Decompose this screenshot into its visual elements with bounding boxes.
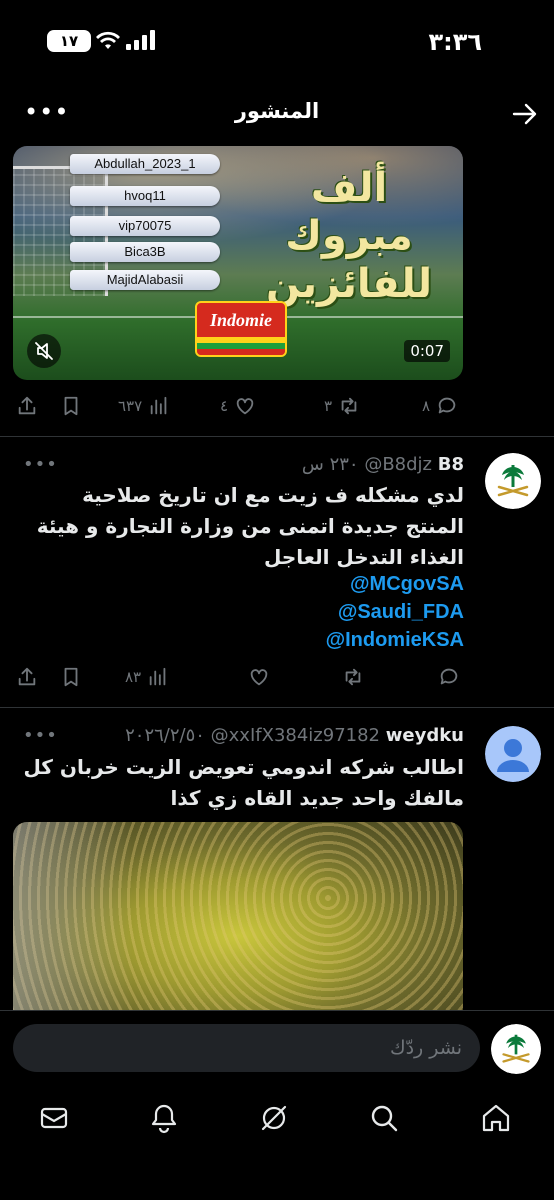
likes-count: ٤ <box>220 397 229 415</box>
mention-link[interactable]: @IndomieKSA <box>164 626 464 654</box>
search-icon <box>371 1105 398 1132</box>
brand-name: Indomie <box>209 310 272 330</box>
logo-stripes <box>197 337 285 355</box>
tweet-handle[interactable]: @B8djz <box>364 454 432 475</box>
share-button[interactable] <box>16 391 38 421</box>
tweet-time: ٢٣٠ س <box>301 454 359 475</box>
promo-text: ألف مبروك للفائزين <box>265 165 433 307</box>
tweet-meta: ٢٠٢٦/٢/٥٠ @xxIfX384iz97182 weydku <box>125 725 464 746</box>
bottom-nav <box>0 1086 554 1200</box>
views-chart-icon <box>150 396 167 415</box>
tweet-more-icon[interactable]: ••• <box>23 725 58 746</box>
reply-button[interactable]: ٨ <box>422 391 458 421</box>
home-icon <box>482 1104 510 1132</box>
tweet-author[interactable]: weydku <box>386 725 464 746</box>
heart-icon <box>236 398 254 415</box>
reply-composer: نشر ردّك <box>0 1010 554 1086</box>
tweet-more-icon[interactable]: ••• <box>23 454 58 475</box>
back-arrow-icon[interactable] <box>512 102 538 126</box>
mentions-list: @MCgovSA @Saudi_FDA @IndomieKSA <box>164 570 464 654</box>
saudi-emblem-icon <box>491 1024 541 1074</box>
winner-name: MajidAlabasii <box>70 270 220 290</box>
reply-tweet[interactable]: ٢٣٠ س @B8djz B8 ••• لدي مشكله ف زيت مع ا… <box>0 437 554 707</box>
share-icon <box>18 396 36 415</box>
speaker-muted-icon <box>35 342 53 360</box>
repost-icon <box>345 668 361 686</box>
bookmark-icon <box>64 396 78 416</box>
wifi-icon <box>96 31 120 49</box>
saudi-emblem-icon <box>485 453 541 509</box>
views-count: ٨٣ <box>125 668 142 686</box>
bell-icon <box>151 1104 177 1134</box>
default-avatar-icon <box>485 726 541 782</box>
avatar[interactable] <box>485 453 541 509</box>
views-count: ٦٣٧ <box>118 397 143 415</box>
tweet-time: ٢٠٢٦/٢/٥٠ <box>125 725 205 746</box>
views-button[interactable]: ٨٣ <box>125 662 169 692</box>
mail-icon <box>40 1107 68 1129</box>
reply-bubble-icon <box>440 668 458 685</box>
post-actions: ٦٣٧ ٤ ٣ ٨ <box>0 391 554 421</box>
video-player[interactable]: Abdullah_2023_1 hvoq11 vip70075 Bica3B M… <box>13 146 463 380</box>
repost-button[interactable]: ٣ <box>324 391 360 421</box>
bookmark-icon <box>64 667 78 687</box>
signal-icon <box>126 30 155 50</box>
winner-name: Abdullah_2023_1 <box>70 154 220 174</box>
avatar[interactable] <box>485 726 541 782</box>
page-title: المنشور <box>234 99 320 123</box>
tweet-actions: ٨٣ <box>0 662 554 692</box>
mention-link[interactable]: @MCgovSA <box>164 570 464 598</box>
status-time: ٣:٣٦ <box>428 28 482 56</box>
post-header: ••• المنشور <box>0 90 554 138</box>
battery-indicator: ١٧ <box>47 30 91 52</box>
like-button[interactable] <box>248 662 270 692</box>
views-chart-icon <box>149 667 166 686</box>
mention-link[interactable]: @Saudi_FDA <box>164 598 464 626</box>
brand-logo: Indomie <box>195 301 287 357</box>
nav-grok[interactable] <box>258 1102 294 1138</box>
grok-icon <box>261 1105 287 1131</box>
reply-input[interactable]: نشر ردّك <box>13 1024 480 1072</box>
heart-icon <box>250 669 268 686</box>
like-button[interactable]: ٤ <box>220 391 256 421</box>
nav-home[interactable] <box>480 1102 516 1138</box>
reply-button[interactable] <box>438 662 460 692</box>
own-avatar[interactable] <box>491 1024 541 1074</box>
reply-bubble-icon <box>438 397 456 414</box>
winner-name: vip70075 <box>70 216 220 236</box>
packet-wrapper <box>13 822 133 1012</box>
tweet-author[interactable]: B8 <box>438 454 464 475</box>
repost-button[interactable] <box>342 662 364 692</box>
video-duration: 0:07 <box>404 340 450 362</box>
winner-name: hvoq11 <box>70 186 220 206</box>
nav-notifications[interactable] <box>148 1102 184 1138</box>
share-icon <box>18 667 36 686</box>
nav-search[interactable] <box>368 1102 404 1138</box>
share-button[interactable] <box>16 662 38 692</box>
tweet-text: لدي مشكله ف زيت مع ان تاريخ صلاحية المنت… <box>36 483 464 569</box>
views-button[interactable]: ٦٣٧ <box>118 391 170 421</box>
nav-messages[interactable] <box>38 1102 74 1138</box>
status-bar: ١٧ ٣:٣٦ <box>0 0 554 70</box>
winner-name: Bica3B <box>70 242 220 262</box>
tweet-image[interactable] <box>13 822 463 1012</box>
replies-count: ٨ <box>422 397 431 415</box>
mute-button[interactable] <box>27 334 61 368</box>
repost-icon <box>341 397 357 415</box>
reposts-count: ٣ <box>324 397 333 415</box>
bookmark-button[interactable] <box>60 391 82 421</box>
tweet-handle[interactable]: @xxIfX384iz97182 <box>211 725 380 746</box>
tweet-text: اطالب شركه اندومي تعويض الزيت خربان كل م… <box>23 755 464 810</box>
bookmark-button[interactable] <box>60 662 82 692</box>
tweet-meta: ٢٣٠ س @B8djz B8 <box>302 454 464 475</box>
